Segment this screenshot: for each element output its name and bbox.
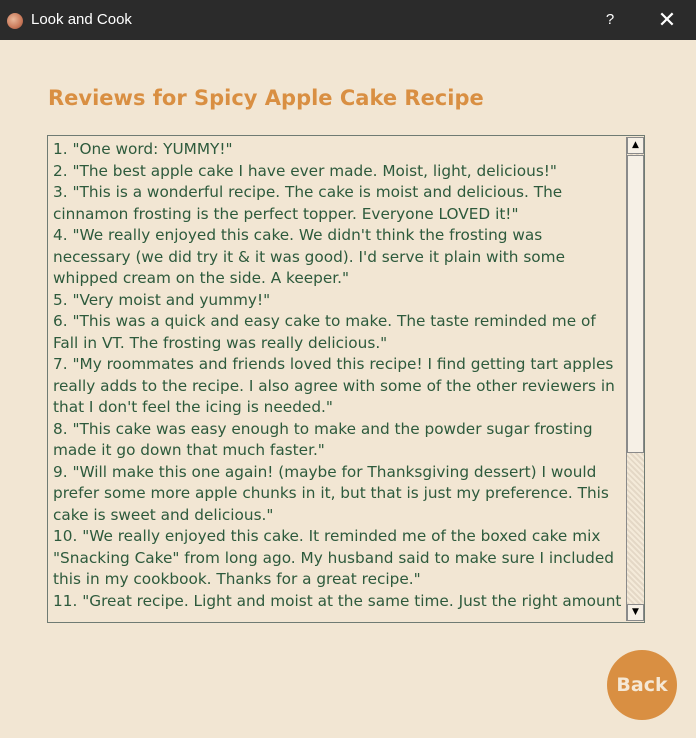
cake-logo-icon	[7, 13, 23, 29]
reviews-text-area[interactable]: 1. "One word: YUMMY!" 2. "The best apple…	[47, 135, 645, 623]
arrow-down-icon[interactable]: ▼	[627, 604, 644, 621]
review-item: 4. "We really enjoyed this cake. We didn…	[53, 226, 565, 287]
review-item: 11. "Great recipe. Light and moist at th…	[53, 591, 622, 610]
review-item: 9. "Will make this one again! (maybe for…	[53, 462, 609, 524]
review-item: 1. "One word: YUMMY!"	[53, 140, 233, 158]
review-item: 10. "We really enjoyed this cake. It rem…	[53, 527, 614, 588]
review-item: 2. "The best apple cake I have ever made…	[53, 161, 557, 180]
vertical-scrollbar[interactable]: ▲ ▼	[626, 137, 644, 621]
window-title: Look and Cook	[31, 11, 132, 28]
help-icon[interactable]: ?	[596, 0, 624, 40]
page-title: Reviews for Spicy Apple Cake Recipe	[48, 86, 484, 110]
review-item: 8. "This cake was easy enough to make an…	[53, 419, 593, 460]
reviews-list: 1. "One word: YUMMY!" 2. "The best apple…	[53, 139, 623, 612]
back-button[interactable]: Back	[607, 650, 677, 720]
close-icon[interactable]: ✕	[651, 0, 683, 40]
review-item: 3. "This is a wonderful recipe. The cake…	[53, 183, 563, 223]
scrollbar-thumb[interactable]	[627, 155, 644, 453]
review-item: 6. "This was a quick and easy cake to ma…	[53, 312, 596, 352]
review-item: 5. "Very moist and yummy!"	[53, 290, 271, 309]
arrow-up-icon[interactable]: ▲	[627, 137, 644, 154]
review-item: 7. "My roommates and friends loved this …	[53, 355, 615, 416]
title-bar: Look and Cook ? ✕	[0, 0, 696, 40]
